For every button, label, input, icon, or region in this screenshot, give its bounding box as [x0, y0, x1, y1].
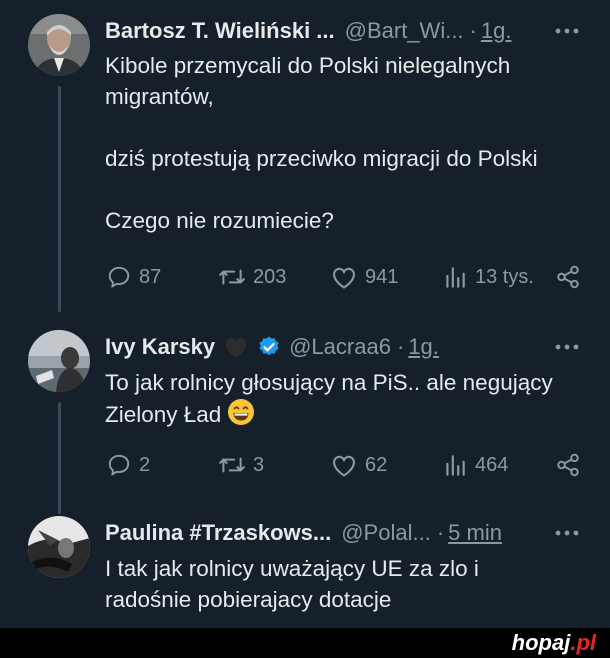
share-button[interactable]	[555, 262, 581, 292]
reply-button[interactable]: 87	[106, 262, 161, 292]
like-count: 941	[365, 265, 399, 288]
timestamp[interactable]: 1g.	[481, 18, 512, 44]
reply-icon	[106, 452, 132, 478]
retweet-button[interactable]: 3	[218, 450, 264, 480]
share-icon	[555, 452, 581, 478]
verified-badge-icon	[257, 335, 281, 359]
reply-button[interactable]: 2	[106, 450, 150, 480]
author-name[interactable]: Ivy Karsky	[105, 334, 215, 360]
timestamp[interactable]: 1g.	[408, 334, 439, 360]
reply-count: 2	[139, 453, 151, 476]
like-count: 62	[365, 453, 388, 476]
action-bar: 2 3 62 464	[100, 450, 590, 480]
tweet-header: Paulina #Trzaskows... @Polal... · 5 min	[105, 518, 502, 548]
retweet-count: 203	[253, 265, 287, 288]
thread-line	[58, 86, 61, 312]
author-name[interactable]: Paulina #Trzaskows...	[105, 520, 331, 546]
avatar[interactable]	[28, 330, 90, 392]
like-button[interactable]: 941	[330, 262, 398, 292]
avatar[interactable]	[28, 14, 90, 76]
separator-dot: ·	[469, 18, 477, 43]
author-handle[interactable]: @Bart_Wi...	[345, 18, 464, 44]
retweet-icon	[218, 264, 246, 290]
tweet-text: I tak jak rolnicy uważający UE za zlo i …	[105, 553, 585, 615]
like-button[interactable]: 62	[330, 450, 387, 480]
reply-count: 87	[139, 265, 162, 288]
views-button[interactable]: 464	[442, 450, 508, 480]
views-count: 464	[475, 453, 509, 476]
more-icon[interactable]	[554, 518, 580, 554]
heart-icon	[330, 264, 358, 290]
tweet-1[interactable]: Bartosz T. Wieliński ... @Bart_Wi... · 1…	[0, 0, 610, 312]
tweet-text: Kibole przemycali do Polski nielegalnych…	[105, 50, 585, 236]
grinning-emoji-icon	[227, 398, 255, 434]
tweet-text-line: Czego nie rozumiecie?	[105, 208, 334, 233]
tweet-text-line: I tak jak rolnicy uważający UE za zlo i	[105, 556, 479, 581]
author-handle[interactable]: @Lacraa6	[289, 334, 391, 360]
avatar[interactable]	[28, 516, 90, 578]
separator-dot: ·	[436, 520, 445, 545]
separator-dot: ·	[396, 334, 405, 359]
tweet-text-line: radośnie pobierajacy dotacje	[105, 587, 392, 612]
timestamp[interactable]: 5 min	[448, 520, 502, 546]
action-bar: 87 203 941 13 tys.	[100, 262, 590, 292]
tweet-text-line: Kibole przemycali do Polski nielegalnych	[105, 53, 511, 78]
black-heart-icon	[223, 335, 249, 359]
watermark-bar: hopaj.pl	[0, 628, 610, 658]
share-icon	[555, 264, 581, 290]
tweet-header: Bartosz T. Wieliński ... @Bart_Wi... · 1…	[105, 16, 511, 46]
views-icon	[442, 452, 468, 478]
heart-icon	[330, 452, 358, 478]
retweet-count: 3	[253, 453, 265, 476]
thread-line	[58, 402, 61, 514]
author-name[interactable]: Bartosz T. Wieliński ...	[105, 18, 335, 44]
more-icon[interactable]	[554, 16, 580, 52]
more-icon[interactable]	[554, 332, 580, 368]
tweet-text: To jak rolnicy głosujący na PiS.. ale ne…	[105, 367, 585, 434]
hopaj-logo: hopaj.pl	[511, 630, 596, 655]
tweet-text-line: dziś protestują przeciwko migracji do Po…	[105, 146, 538, 171]
tweet-text-line: To jak rolnicy głosujący na PiS.. ale ne…	[105, 370, 553, 395]
views-button[interactable]: 13 tys.	[442, 262, 534, 292]
tweet-header: Ivy Karsky @Lacraa6 · 1g.	[105, 332, 439, 362]
share-button[interactable]	[555, 450, 581, 480]
retweet-icon	[218, 452, 246, 478]
views-count: 13 tys.	[475, 265, 534, 288]
author-handle[interactable]: @Polal...	[341, 520, 431, 546]
tweet-text-line: Zielony Ład	[105, 398, 585, 434]
retweet-button[interactable]: 203	[218, 262, 286, 292]
tweet-2[interactable]: Ivy Karsky @Lacraa6 · 1g. To jak rolnicy…	[0, 310, 610, 514]
tweet-3[interactable]: Paulina #Trzaskows... @Polal... · 5 min …	[0, 510, 610, 628]
tweet-text-line: migrantów,	[105, 84, 214, 109]
reply-icon	[106, 264, 132, 290]
views-icon	[442, 264, 468, 290]
